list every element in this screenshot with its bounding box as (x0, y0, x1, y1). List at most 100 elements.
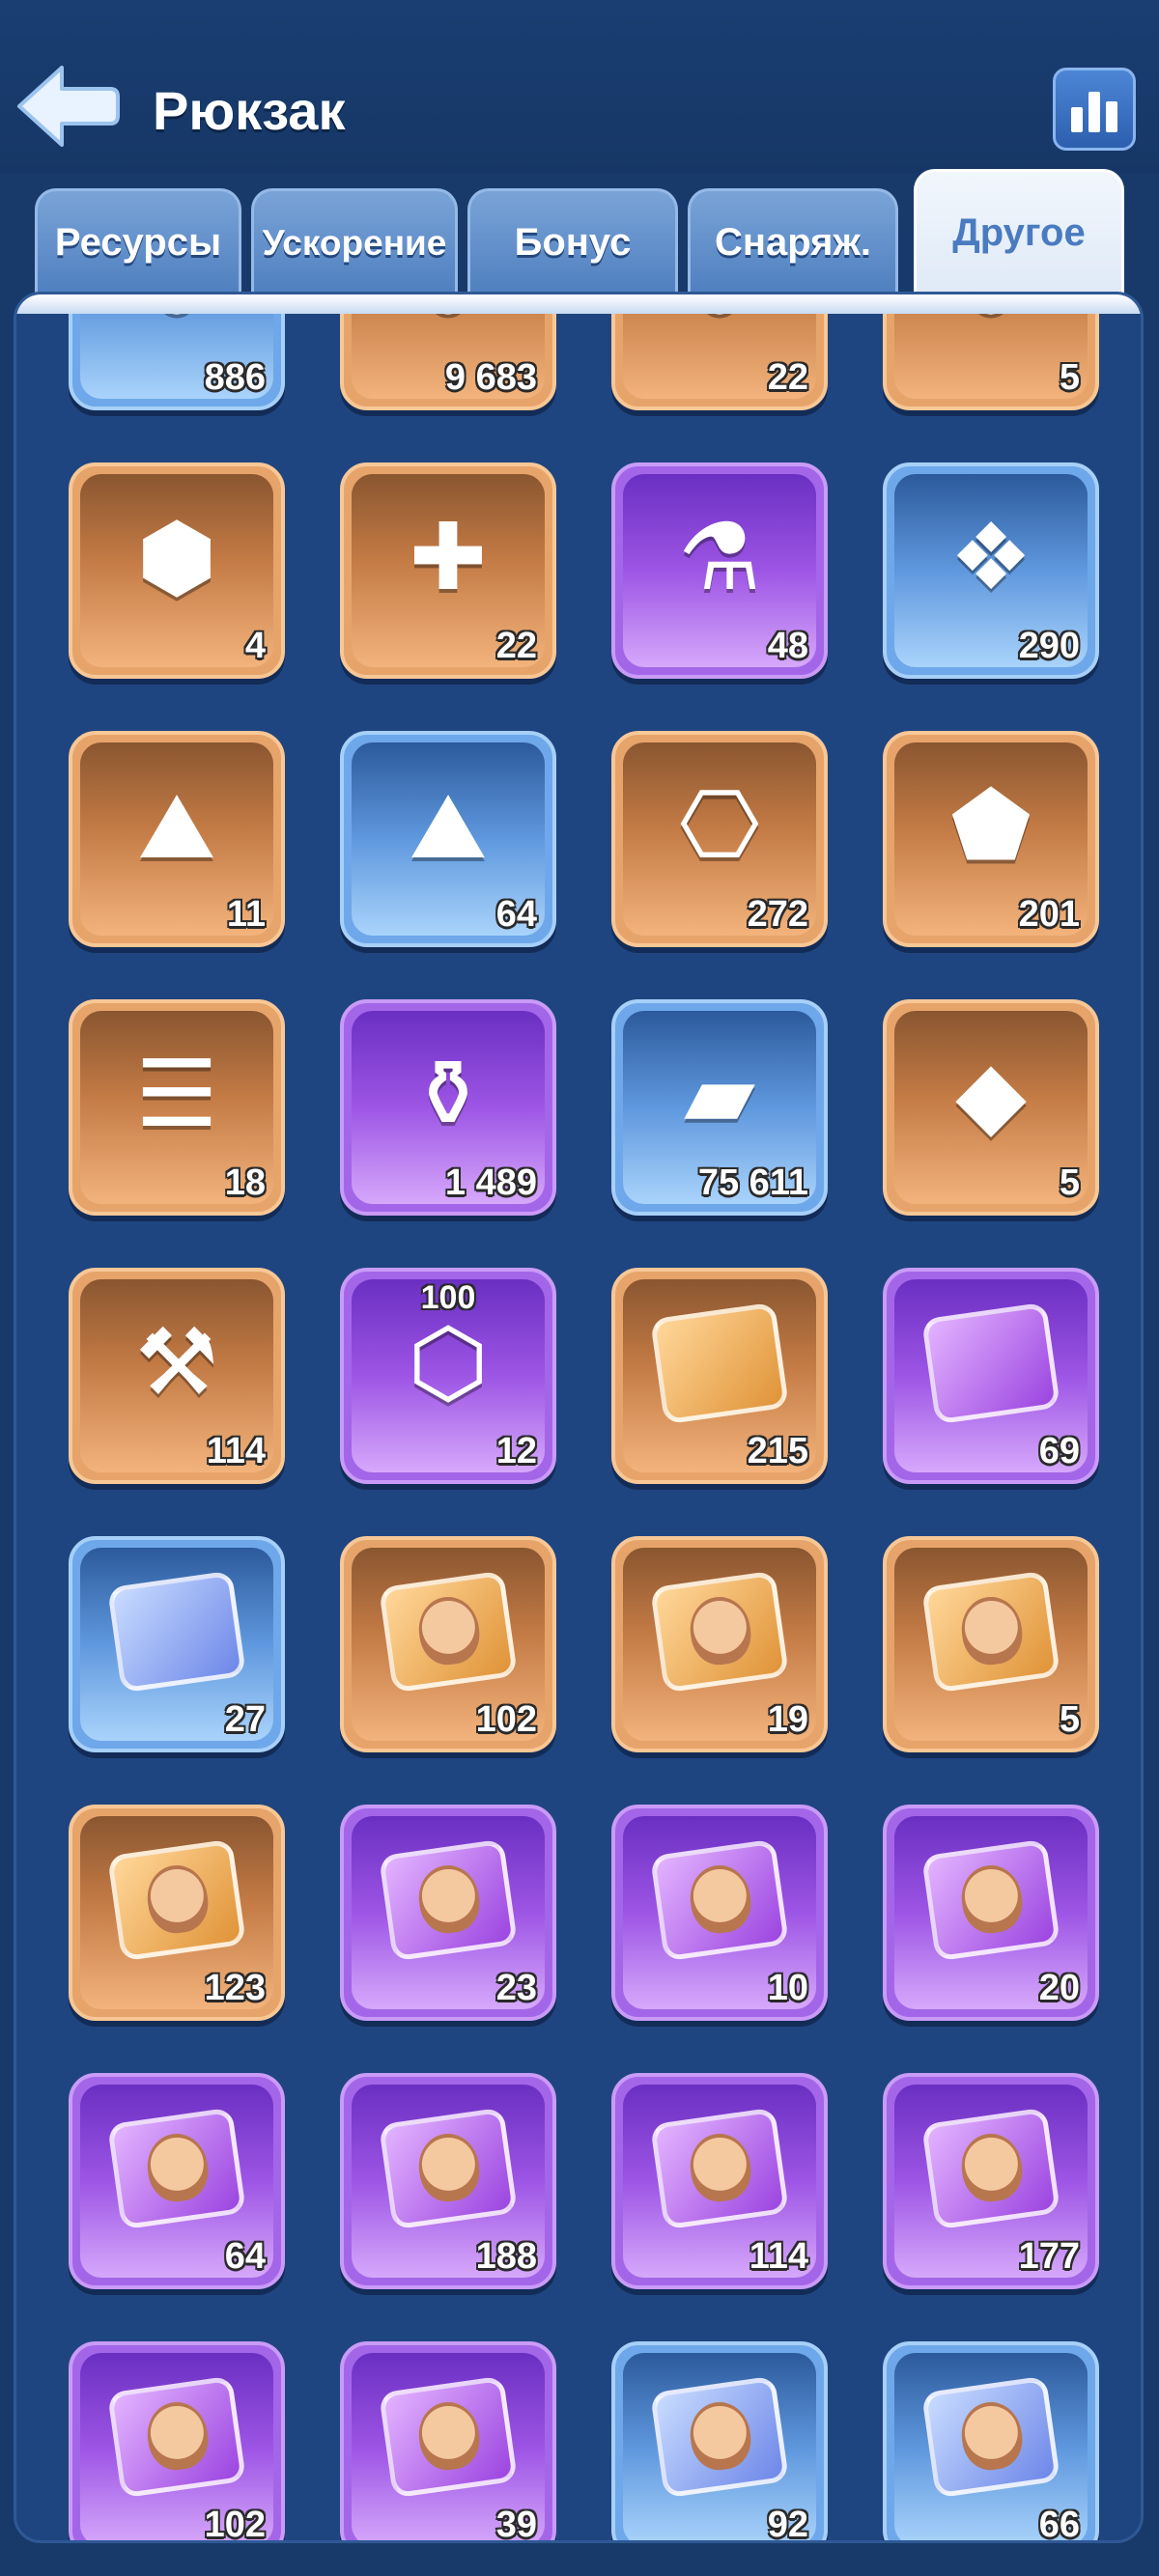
pet-book-icon: ❖ (948, 506, 1033, 610)
item-count: 22 (767, 357, 808, 398)
hex-bolt-icon: ⬡ (408, 1311, 489, 1415)
hero-portrait-icon (686, 1861, 755, 1937)
inventory-item[interactable]: 102 (340, 1536, 556, 1752)
item-count: 22 (495, 626, 537, 666)
tab-other[interactable]: Другое (914, 169, 1124, 294)
hero-puzzle-icon (649, 1570, 790, 1694)
inventory-item[interactable]: 10 (611, 1805, 828, 2021)
hero-portrait-icon (414, 1861, 484, 1937)
item-count: 123 (204, 1968, 266, 2008)
hammer-stone-icon: ⚒ (134, 1311, 219, 1415)
tab-equipment[interactable]: Снаряж. (688, 188, 898, 294)
item-count: 23 (495, 1968, 537, 2008)
inventory-item[interactable]: ▰ 75 611 (611, 999, 828, 1216)
item-count: 64 (495, 894, 537, 935)
inventory-item[interactable]: 188 (340, 2073, 556, 2289)
hero-puzzle-icon (378, 1570, 519, 1694)
inventory-item[interactable]: ❖ 290 (883, 462, 1099, 679)
hero-puzzle-icon (106, 1838, 247, 1962)
item-count: 75 611 (697, 1162, 808, 1203)
item-count: 177 (1018, 2236, 1080, 2277)
hero-puzzle-icon (106, 2107, 247, 2230)
item-count: 19 (767, 1699, 808, 1740)
back-button[interactable] (14, 62, 120, 151)
arrow-left-icon (17, 66, 120, 147)
inventory-grid: ●886●9 683●22●5⬢4✚22⚗48❖290⛰11⛰64⎔272⬟20… (16, 294, 1141, 2540)
claw-stone-icon: ⛰ (137, 774, 216, 879)
item-count: 290 (1018, 626, 1080, 666)
hero-portrait-icon (686, 1592, 755, 1668)
inventory-item[interactable]: 114 (611, 2073, 828, 2289)
item-count: 20 (1038, 1968, 1080, 2008)
inventory-item[interactable]: ⎔ 272 (611, 731, 828, 947)
hero-puzzle-icon (378, 2107, 519, 2230)
inventory-item[interactable]: ◆ 5 (883, 999, 1099, 1216)
inventory-item[interactable]: ⚱ 1 489 (340, 999, 556, 1216)
hero-puzzle-icon (920, 2107, 1061, 2230)
item-count: 215 (747, 1431, 808, 1471)
pet-potion-icon: ⚗ (677, 506, 762, 610)
item-count: 5 (1059, 357, 1080, 398)
hero-portrait-icon (957, 2129, 1027, 2205)
inventory-item[interactable]: 66 (883, 2341, 1099, 2543)
hero-puzzle-icon (920, 1570, 1061, 1694)
item-count: 27 (224, 1699, 266, 1740)
hero-puzzle-icon (920, 2375, 1061, 2499)
inventory-item[interactable]: 20 (883, 1805, 1099, 2021)
metal-ingot-icon: ▰ (684, 1043, 755, 1147)
item-count: 39 (495, 2505, 537, 2543)
hero-portrait-icon (143, 2129, 212, 2205)
inventory-item[interactable]: ⚒ 114 (69, 1268, 285, 1484)
page-title: Рюкзак (153, 80, 346, 141)
inventory-item[interactable]: 215 (611, 1268, 828, 1484)
item-count: 11 (226, 894, 266, 935)
inventory-item[interactable]: 27 (69, 1536, 285, 1752)
inventory-item[interactable]: ⛰ 64 (340, 731, 556, 947)
item-count: 5 (1059, 1162, 1080, 1203)
hero-portrait-icon (143, 2397, 212, 2474)
statistics-button[interactable] (1053, 68, 1136, 151)
inventory-item[interactable]: ⬢ 4 (69, 462, 285, 679)
scroll-icon: ☰ (134, 1043, 219, 1147)
tab-resources[interactable]: Ресурсы (35, 188, 241, 294)
top-bar: Рюкзак (0, 0, 1159, 174)
inventory-item[interactable]: 69 (883, 1268, 1099, 1484)
hero-portrait-icon (686, 2397, 755, 2474)
puzzle-piece-icon (649, 1302, 790, 1425)
hero-portrait-icon (414, 1592, 484, 1668)
item-count: 12 (495, 1431, 537, 1471)
panel-top-edge (16, 294, 1141, 314)
item-count: 64 (224, 2236, 266, 2277)
hero-puzzle-icon (378, 2375, 519, 2499)
inventory-item[interactable]: ✚ 22 (340, 462, 556, 679)
item-count: 114 (749, 2236, 808, 2277)
inventory-item[interactable]: ⬟ 201 (883, 731, 1099, 947)
inventory-item[interactable]: ⬡ 100 12 (340, 1268, 556, 1484)
inventory-item[interactable]: ☰ 18 (69, 999, 285, 1216)
inventory-item[interactable]: 102 (69, 2341, 285, 2540)
inventory-item[interactable]: 123 (69, 1805, 285, 2021)
inventory-panel[interactable]: ●886●9 683●22●5⬢4✚22⚗48❖290⛰11⛰64⎔272⬟20… (14, 292, 1144, 2543)
hero-portrait-icon (414, 2397, 484, 2474)
item-count: 201 (1018, 894, 1080, 935)
item-level-label: 100 (420, 1279, 476, 1316)
inventory-item[interactable]: 92 (611, 2341, 828, 2540)
inventory-item[interactable]: ⚗ 48 (611, 462, 828, 679)
item-count: 5 (1059, 1699, 1080, 1740)
inventory-item[interactable]: 5 (883, 1536, 1099, 1752)
inventory-item[interactable]: 39 (340, 2341, 556, 2543)
inventory-item[interactable]: 19 (611, 1536, 828, 1752)
hero-puzzle-icon (920, 1838, 1061, 1962)
tab-speedups[interactable]: Ускорение (251, 188, 458, 294)
item-count: 10 (767, 1968, 808, 2008)
tab-bonus[interactable]: Бонус (467, 188, 678, 294)
inventory-item[interactable]: ⛰ 11 (69, 731, 285, 947)
item-count: 9 683 (444, 357, 537, 398)
item-count: 66 (1038, 2505, 1080, 2543)
inventory-item[interactable]: 64 (69, 2073, 285, 2289)
inventory-item[interactable]: 177 (883, 2073, 1099, 2289)
gem-scroll-icon: ⎔ (679, 774, 760, 879)
inventory-item[interactable]: 23 (340, 1805, 556, 2021)
item-count: 4 (244, 626, 266, 666)
item-count: 18 (224, 1162, 266, 1203)
